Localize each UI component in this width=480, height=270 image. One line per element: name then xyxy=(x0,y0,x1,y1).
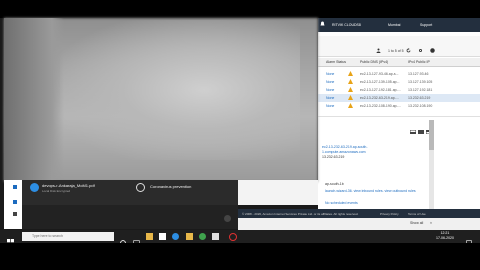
public-ip-cell: 13.232.108.190 xyxy=(408,104,433,108)
person-icon[interactable] xyxy=(376,40,381,53)
public-dns-cell: ec2-13-232-108-190.ap-... xyxy=(360,104,401,108)
left-side-strip xyxy=(4,180,22,229)
warning-icon xyxy=(348,71,353,76)
next-page-icon[interactable] xyxy=(418,49,423,62)
public-dns-cell: ec2-13-232-63-219.ap-... xyxy=(360,96,399,100)
alarm-status-cell[interactable]: None xyxy=(326,88,334,92)
edge-icon xyxy=(30,183,39,192)
clock-date: 17-06-2020 xyxy=(436,236,454,240)
refresh-icon[interactable] xyxy=(406,40,411,53)
footer-terms-link[interactable]: Terms of Use xyxy=(408,212,426,216)
windows-taskbar: Type here to search 12:21 17-06-2020 xyxy=(0,230,480,247)
footer-privacy-link[interactable]: Privacy Policy xyxy=(380,212,399,216)
public-dns-cell: ec2-13-127-139-105.ap... xyxy=(360,80,400,84)
first-page-icon[interactable] xyxy=(378,49,383,62)
last-page-icon[interactable] xyxy=(428,49,433,62)
public-dns-cell: ec2-13-127-192-181.ap-... xyxy=(360,88,401,92)
instances-toolbar: 1 to 5 of 5 xyxy=(318,36,480,62)
sidebar-marker-icon-2 xyxy=(13,200,17,204)
notification-icon[interactable] xyxy=(466,233,473,246)
show-all-button[interactable]: Show all xyxy=(410,221,423,225)
download-bar: devops-r-Ankaraja_MoM1.pdf Local Disk En… xyxy=(4,180,238,205)
support-menu[interactable]: Support xyxy=(420,23,432,27)
download-bar-right xyxy=(238,180,318,205)
table-row[interactable]: None ec2-13-127-93-46.ap-s... 13.127.93.46 xyxy=(318,70,480,78)
task-view-icon[interactable] xyxy=(133,233,140,246)
public-dns-value: ec2-13-232-63-219.ap-south- xyxy=(322,145,368,149)
help-icon[interactable] xyxy=(430,40,435,53)
pagination-text: 1 to 5 of 5 xyxy=(388,49,404,53)
public-dns-cell: ec2-13-127-93-46.ap-s... xyxy=(360,72,399,76)
console-footer: © 2008 - 2020, Amazon Internet Services … xyxy=(238,209,480,218)
search-placeholder: Type here to search xyxy=(32,234,63,238)
table-row[interactable]: None ec2-13-127-139-105.ap... 13.127.139.1… xyxy=(318,78,480,86)
table-row[interactable]: None ec2-13-127-192-181.ap-... 13.127.192.… xyxy=(318,86,480,94)
taskbar-clock[interactable]: 12:21 17-06-2020 xyxy=(436,231,454,241)
file-explorer-icon[interactable] xyxy=(146,233,153,240)
alarm-status-cell[interactable]: None xyxy=(326,104,334,108)
alarm-status-cell[interactable]: None xyxy=(326,96,334,100)
alarm-status-cell[interactable]: None xyxy=(326,72,334,76)
store-icon[interactable] xyxy=(159,233,166,240)
table-row[interactable]: None ec2-13-232-63-219.ap-... 13.232.63.21… xyxy=(318,94,480,102)
folder-icon[interactable] xyxy=(186,233,193,240)
download-bar-lower xyxy=(4,205,238,229)
chrome-icon[interactable] xyxy=(199,233,206,240)
gear-icon[interactable] xyxy=(418,40,423,52)
download-file-status: Local Disk Encrypted xyxy=(42,189,71,193)
account-menu[interactable]: RITVIK CLOUDS8 xyxy=(332,23,361,27)
bell-icon[interactable] xyxy=(320,21,325,28)
sidebar-marker-icon xyxy=(13,185,17,189)
info-icon xyxy=(136,183,145,192)
close-shelf-icon[interactable]: × xyxy=(430,221,432,225)
public-dns-value-cont: 1.compute.amazonaws.com xyxy=(322,150,366,154)
taskbar-search-box[interactable]: Type here to search xyxy=(22,232,114,247)
close-icon[interactable] xyxy=(224,215,231,222)
public-ip-cell: 13.127.139.105 xyxy=(408,80,433,84)
notepad-icon[interactable] xyxy=(212,233,219,240)
aws-top-nav: RITVIK CLOUDS8 Mumbai Support xyxy=(318,18,480,32)
warning-icon xyxy=(348,79,353,84)
column-ipv4-public-ip[interactable]: IPv4 Public IP xyxy=(408,60,430,64)
instances-table-header: Alarm Status Public DNS (IPv4) IPv4 Publ… xyxy=(318,58,480,67)
public-ip-cell: 13.127.192.181 xyxy=(408,88,433,92)
region-menu[interactable]: Mumbai xyxy=(388,23,400,27)
bottom-black-border xyxy=(0,243,480,270)
download-item-2[interactable]: Coronavirus prevention xyxy=(150,184,191,189)
edge-taskbar-icon[interactable] xyxy=(172,233,179,240)
warning-icon xyxy=(348,95,353,100)
table-row[interactable]: None ec2-13-232-108-190.ap-... 13.232.108.… xyxy=(318,102,480,110)
download-file-name[interactable]: devops-r-Ankaraja_MoM1.pdf xyxy=(42,183,95,188)
downloads-shelf: Show all × xyxy=(238,218,480,230)
panel-layout-icon-2[interactable] xyxy=(418,121,424,134)
details-scrollbar-thumb[interactable] xyxy=(429,120,434,150)
blurred-video-shadow xyxy=(4,18,64,182)
cortana-icon[interactable] xyxy=(120,233,127,246)
column-public-dns[interactable]: Public DNS (IPv4) xyxy=(360,60,388,64)
warning-icon xyxy=(348,87,353,92)
column-alarm-status[interactable]: Alarm Status xyxy=(326,60,346,64)
panel-layout-icon[interactable] xyxy=(410,121,416,134)
top-black-border xyxy=(0,0,480,18)
windows-start-icon[interactable] xyxy=(7,233,14,246)
availability-zone-value: ap-south-1b xyxy=(325,182,344,186)
security-groups-value[interactable]: launch-wizard-36. view inbound rules. vi… xyxy=(325,189,425,193)
scheduled-events-value: No scheduled events xyxy=(325,201,358,205)
blurred-video-highlight xyxy=(60,20,300,160)
record-icon[interactable] xyxy=(229,233,237,241)
footer-copyright: © 2008 - 2020, Amazon Internet Services … xyxy=(242,212,359,216)
alarm-status-cell[interactable]: None xyxy=(326,80,334,84)
public-ip-cell: 13.127.93.46 xyxy=(408,72,429,76)
public-ip-value: 13.232.63.219 xyxy=(322,155,345,159)
warning-icon xyxy=(348,103,353,108)
public-ip-cell: 13.232.63.219 xyxy=(408,96,431,100)
sidebar-marker-icon-3 xyxy=(13,212,17,216)
